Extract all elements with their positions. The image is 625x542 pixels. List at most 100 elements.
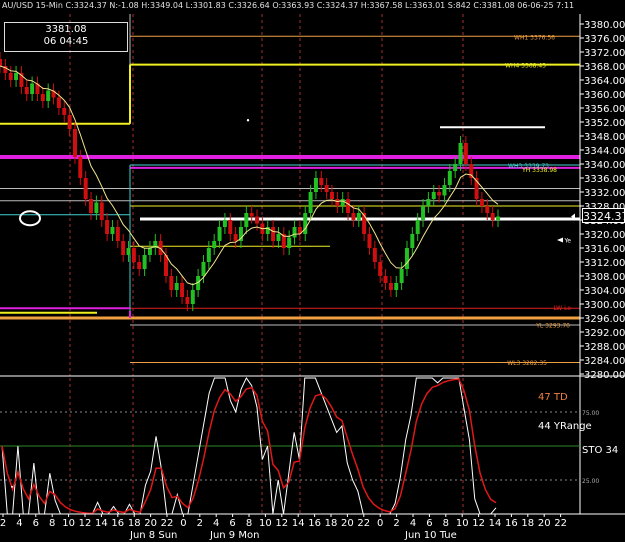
candle-body: [340, 199, 345, 206]
current-price-badge: 3324.37: [582, 208, 625, 223]
price-tick-label: 3344.00: [584, 146, 625, 157]
time-tick-label: 16: [505, 518, 518, 529]
candle-body: [437, 192, 442, 196]
candle-body: [356, 213, 361, 220]
candle-body: [431, 192, 436, 199]
time-tick-label: 12: [472, 518, 485, 529]
chart-header: AU/USD 15-Min C:3324.37 N:-1.08 H:3349.0…: [2, 1, 575, 10]
candle-body: [490, 213, 495, 220]
candlesticks: [0, 52, 500, 311]
candle-body: [496, 216, 500, 220]
price-tick-label: 3356.00: [584, 104, 625, 115]
candle-body: [485, 206, 490, 213]
candle-body: [383, 276, 388, 283]
candle-body: [212, 241, 217, 248]
candle-body: [94, 202, 99, 213]
candle-body: [24, 87, 29, 94]
candle-body: [115, 227, 120, 241]
candle-body: [8, 73, 13, 80]
time-tick-label: 18: [325, 518, 338, 529]
price-tick-label: 3312.00: [584, 258, 625, 269]
candle-body: [137, 262, 142, 269]
candle-body: [147, 248, 152, 255]
time-tick-label: 4: [410, 518, 416, 529]
candle-body: [249, 213, 254, 217]
candle-body: [415, 220, 420, 234]
label-yh: YH 3338.98: [521, 167, 557, 174]
candle-body: [121, 241, 126, 255]
time-tick-label: 12: [79, 518, 92, 529]
candle-body: [458, 143, 463, 164]
price-tick-label: 3336.00: [584, 174, 625, 185]
candle-body: [142, 255, 147, 269]
candle-body: [410, 234, 415, 248]
time-tick-label: 10: [259, 518, 272, 529]
time-tick-label: 6: [426, 518, 432, 529]
time-tick-label: 16: [111, 518, 124, 529]
candle-body: [62, 108, 67, 115]
yrange-label: 44 YRange: [538, 421, 592, 432]
time-tick-label: 2: [393, 518, 399, 529]
candle-body: [78, 157, 83, 178]
candle-body: [255, 216, 260, 224]
candle-body: [185, 297, 190, 304]
price-tick-label: 3288.00: [584, 342, 625, 353]
time-tick-label: 22: [161, 518, 174, 529]
time-tick-label: 8: [49, 518, 55, 529]
candle-body: [126, 248, 131, 255]
price-tick-label: 3316.00: [584, 244, 625, 255]
candle-body: [206, 248, 211, 262]
candle-body: [394, 283, 399, 290]
candle-body: [105, 220, 110, 234]
price-chart[interactable]: WH1 3376.56WH4 3368.43WH3 3339.73YH 3338…: [0, 14, 625, 542]
candle-body: [72, 129, 77, 157]
time-tick-label: 8: [443, 518, 449, 529]
candle-body: [83, 178, 88, 199]
osc-tick-75: 75.00: [582, 410, 599, 417]
candle-body: [372, 248, 377, 262]
candle-body: [463, 143, 468, 164]
time-tick-label: 10: [62, 518, 75, 529]
price-tick-label: 3360.00: [584, 90, 625, 101]
label-wl3: WL3 3282.35: [507, 360, 547, 367]
candle-body: [169, 276, 174, 290]
candle-body: [313, 178, 318, 192]
price-tick-label: 3308.00: [584, 272, 625, 283]
time-tick-label: 14: [95, 518, 108, 529]
candle-body: [399, 269, 404, 283]
price-tick-label: 3352.00: [584, 118, 625, 129]
moving-average-line: [0, 65, 499, 286]
candle-body: [346, 199, 351, 213]
candle-body: [222, 220, 227, 227]
time-tick-label: 4: [213, 518, 219, 529]
osc-tick-25: 25.00: [582, 478, 599, 485]
label-yl: YL 3293.70: [535, 322, 570, 329]
time-tick-label: 16: [308, 518, 321, 529]
price-tick-label: 3348.00: [584, 132, 625, 143]
time-tick-label: 18: [128, 518, 141, 529]
date-label: Jun 8 Sun: [129, 530, 177, 541]
crosshair-price: 3381.08: [45, 24, 87, 35]
price-tick-label: 3380.00: [584, 20, 625, 31]
candle-body: [378, 262, 383, 276]
time-tick-label: 4: [16, 518, 22, 529]
time-tick-label: 0: [377, 518, 383, 529]
candle-body: [244, 213, 249, 227]
td-label: 47 TD: [538, 392, 568, 403]
price-tick-label: 3340.00: [584, 160, 625, 171]
candle-body: [228, 220, 233, 234]
time-tick-label: 2: [0, 518, 6, 529]
price-tick-label: 3364.00: [584, 76, 625, 87]
crosshair-readout: 3381.08 06 04:45: [4, 22, 128, 52]
time-tick-label: 18: [521, 518, 534, 529]
date-label: Jun 10 Tue: [404, 530, 457, 541]
time-tick-label: 20: [538, 518, 551, 529]
label-ye: Ye: [563, 237, 571, 244]
price-tick-label: 3372.00: [584, 48, 625, 59]
circle-marker: [19, 210, 41, 227]
crosshair-datetime: 06 04:45: [43, 36, 89, 47]
price-tick-label: 3304.00: [584, 286, 625, 297]
candle-body: [40, 94, 45, 101]
price-tick-label: 3368.00: [584, 62, 625, 73]
time-tick-label: 20: [144, 518, 157, 529]
